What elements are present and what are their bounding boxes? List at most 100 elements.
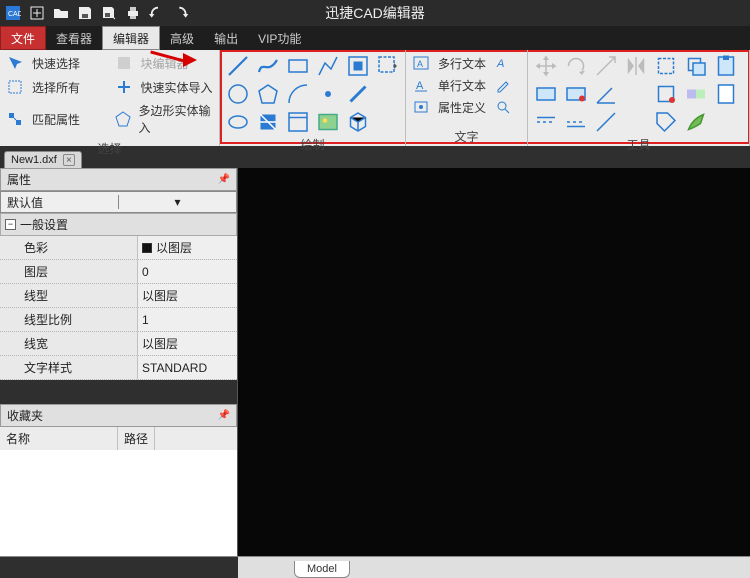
- property-row[interactable]: 线宽以图层: [0, 332, 237, 356]
- favorites-panel-header[interactable]: 收藏夹 📌: [0, 404, 237, 427]
- ellipse-icon[interactable]: [226, 110, 250, 134]
- cube-icon[interactable]: [346, 110, 370, 134]
- page-icon[interactable]: [714, 82, 738, 106]
- collapse-icon[interactable]: −: [5, 219, 16, 230]
- paste-icon[interactable]: [714, 54, 738, 78]
- save-icon[interactable]: [74, 2, 96, 24]
- property-row[interactable]: 图层0: [0, 260, 237, 284]
- print-icon[interactable]: [122, 2, 144, 24]
- pin-icon[interactable]: 📌: [218, 410, 230, 421]
- rect-icon[interactable]: [286, 54, 310, 78]
- svg-text:CAD: CAD: [8, 11, 21, 18]
- pin-icon[interactable]: 📌: [218, 174, 230, 185]
- search-icon[interactable]: [494, 98, 512, 116]
- saveas-icon[interactable]: [98, 2, 120, 24]
- menu-advanced[interactable]: 高级: [160, 26, 204, 50]
- tool2-icon[interactable]: [684, 82, 708, 106]
- attrdef-button[interactable]: 属性定义: [412, 98, 521, 116]
- slash-icon[interactable]: [346, 82, 370, 106]
- quick-select-button[interactable]: 快速选择: [6, 54, 105, 72]
- quick-import-button[interactable]: 快速实体导入: [115, 78, 214, 96]
- default-combo[interactable]: 默认值 ▾: [0, 191, 237, 213]
- line-icon[interactable]: [226, 54, 250, 78]
- title-bar: CAD 迅捷CAD编辑器: [0, 0, 750, 26]
- properties-tree: − 一般设置 色彩以图层图层0线型以图层线型比例1线宽以图层文字样式STANDA…: [0, 213, 237, 380]
- highlighted-ribbon-region: 绘制 A 多行文本 A A 单行文本 属性定义: [220, 50, 750, 146]
- mtext-button[interactable]: A 多行文本 A: [412, 54, 521, 72]
- new-icon[interactable]: [26, 2, 48, 24]
- arc-icon[interactable]: [286, 82, 310, 106]
- angle-icon[interactable]: [594, 82, 618, 106]
- ribbon-group-text: A 多行文本 A A 单行文本 属性定义 文字: [406, 50, 528, 146]
- brush-icon[interactable]: [684, 110, 708, 134]
- path-icon[interactable]: [316, 54, 340, 78]
- stext-button[interactable]: A 单行文本: [412, 76, 521, 94]
- properties-panel-header[interactable]: 属性 📌: [0, 168, 237, 191]
- point-icon[interactable]: [316, 82, 340, 106]
- ribbon-group-draw: 绘制: [220, 50, 406, 146]
- favorites-columns: 名称 路径: [0, 427, 237, 450]
- svg-text:A: A: [416, 80, 424, 92]
- tree-section-header[interactable]: − 一般设置: [0, 213, 237, 236]
- window-icon[interactable]: [286, 110, 310, 134]
- col-path[interactable]: 路径: [118, 427, 155, 450]
- tag-icon[interactable]: [654, 110, 678, 134]
- main-area: 属性 📌 默认值 ▾ − 一般设置 色彩以图层图层0线型以图层线型比例1线宽以图…: [0, 168, 750, 556]
- svg-text:A: A: [417, 59, 423, 69]
- mirror-icon[interactable]: [624, 54, 648, 78]
- poly-input-button[interactable]: 多边形实体输入: [115, 102, 214, 136]
- menu-editor[interactable]: 编辑器: [102, 26, 160, 50]
- plus-icon: [115, 78, 133, 96]
- property-row[interactable]: 线型以图层: [0, 284, 237, 308]
- menu-vip[interactable]: VIP功能: [248, 26, 311, 50]
- menu-file[interactable]: 文件: [0, 26, 46, 50]
- app-title: 迅捷CAD编辑器: [325, 3, 425, 23]
- attrdef-icon: [412, 98, 430, 116]
- property-row[interactable]: 线型比例1: [0, 308, 237, 332]
- menu-bar: 文件 查看器 编辑器 高级 输出 VIP功能: [0, 26, 750, 50]
- cad-logo-icon[interactable]: CAD: [2, 2, 24, 24]
- loline-icon[interactable]: [564, 110, 588, 134]
- donut-icon[interactable]: [256, 110, 280, 134]
- property-row[interactable]: 色彩以图层: [0, 236, 237, 260]
- divider-icon[interactable]: [594, 110, 618, 134]
- status-bar: Model: [0, 556, 750, 578]
- mtext-icon: A: [412, 54, 430, 72]
- move-icon[interactable]: [534, 54, 558, 78]
- copy-icon[interactable]: [684, 54, 708, 78]
- group-title-text: 文字: [412, 128, 521, 146]
- match-icon: [6, 110, 24, 128]
- block-editor-icon: [115, 54, 133, 72]
- group-title-tools: 工具: [534, 136, 743, 154]
- select-rect-icon[interactable]: [654, 54, 678, 78]
- chevron-down-icon[interactable]: ▾: [118, 195, 236, 209]
- textedit-icon[interactable]: [494, 76, 512, 94]
- open-icon[interactable]: [50, 2, 72, 24]
- svg-text:A: A: [496, 58, 504, 70]
- col-name[interactable]: 名称: [0, 427, 118, 450]
- undo-icon[interactable]: [146, 2, 168, 24]
- polygon-tool-icon[interactable]: [256, 82, 280, 106]
- hatch-dd-icon[interactable]: [376, 54, 400, 78]
- scale-icon[interactable]: [594, 54, 618, 78]
- circle-icon[interactable]: [226, 82, 250, 106]
- ribbon-group-tools: 工具: [528, 50, 750, 146]
- drawing-viewport[interactable]: [238, 168, 750, 556]
- higrid-icon[interactable]: [534, 110, 558, 134]
- image-icon[interactable]: [316, 110, 340, 134]
- property-row[interactable]: 文字样式STANDARD: [0, 356, 237, 380]
- menu-viewer[interactable]: 查看器: [46, 26, 102, 50]
- ribbon: 快速选择 块编辑器 选择所有 快速实体导入 匹配属性: [0, 50, 750, 146]
- match-props-button[interactable]: 匹配属性: [6, 102, 105, 136]
- tool1-icon[interactable]: [654, 82, 678, 106]
- select-all-button[interactable]: 选择所有: [6, 78, 105, 96]
- model-tab[interactable]: Model: [294, 561, 350, 578]
- hatch-a-icon[interactable]: [534, 82, 558, 106]
- rotate-icon[interactable]: [564, 54, 588, 78]
- textstyle-icon[interactable]: A: [494, 54, 512, 72]
- polyline-icon[interactable]: [256, 54, 280, 78]
- redo-icon[interactable]: [170, 2, 192, 24]
- hatch-b-icon[interactable]: [564, 82, 588, 106]
- boundary-icon[interactable]: [346, 54, 370, 78]
- menu-output[interactable]: 输出: [204, 26, 248, 50]
